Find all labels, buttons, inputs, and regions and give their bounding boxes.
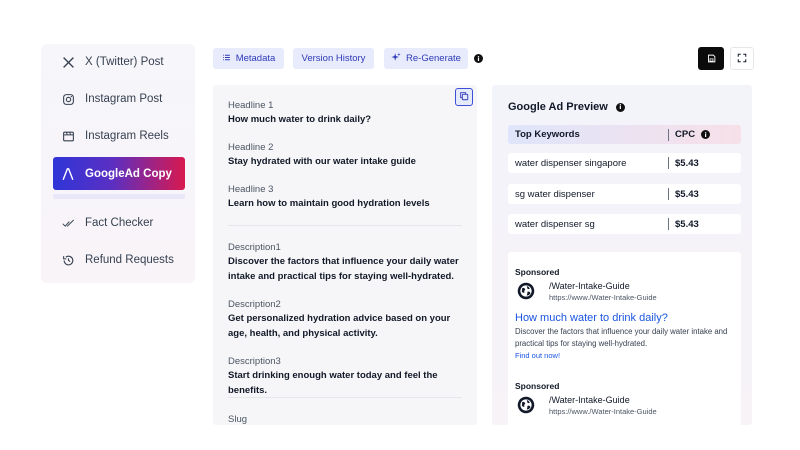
keyword-cpc: $5.43 bbox=[675, 189, 699, 200]
info-icon[interactable]: i bbox=[701, 130, 711, 139]
column-separator bbox=[668, 218, 669, 230]
sponsored-label: Sponsored bbox=[515, 381, 560, 391]
ad-site-name: /Water-Intake-Guide bbox=[549, 281, 630, 291]
description-2-value: Get personalized hydration advice based … bbox=[228, 313, 451, 339]
keyword-cpc: $5.43 bbox=[675, 158, 699, 169]
sidebar-item-x-twitter-post[interactable]: X (Twitter) Post bbox=[53, 46, 185, 78]
section-divider bbox=[228, 397, 462, 398]
keyword-cpc: $5.43 bbox=[675, 219, 699, 230]
sidebar-item-googlead-copy[interactable]: GoogleAd Copy bbox=[53, 157, 185, 190]
column-separator bbox=[668, 129, 669, 141]
metadata-button[interactable]: Metadata bbox=[213, 48, 284, 69]
headline-3-value: Learn how to maintain good hydration lev… bbox=[228, 198, 430, 209]
preview-title: Google Ad Preview i bbox=[508, 101, 625, 113]
description-1-label: Description1 bbox=[228, 242, 281, 253]
sidebar-item-instagram-reels[interactable]: Instagram Reels bbox=[53, 120, 185, 152]
keyword-text: water dispenser sg bbox=[515, 219, 595, 230]
headline-3-label: Headline 3 bbox=[228, 184, 274, 195]
top-keywords-header: Top Keywords bbox=[515, 129, 580, 140]
keyword-text: sg water dispenser bbox=[515, 189, 595, 200]
keyword-row: sg water dispenser $5.43 bbox=[508, 184, 741, 204]
find-out-now-link[interactable]: Find out now! bbox=[515, 351, 560, 360]
keyword-row: water dispenser sg $5.43 bbox=[508, 214, 741, 234]
sidebar-item-label: Refund Requests bbox=[85, 254, 174, 266]
sidebar-item-instagram-post[interactable]: Instagram Post bbox=[53, 83, 185, 115]
keywords-table-header: Top Keywords CPC i bbox=[508, 125, 741, 144]
metadata-label: Metadata bbox=[235, 53, 276, 64]
sidebar-item-label: Instagram Post bbox=[85, 93, 163, 105]
list-icon bbox=[222, 53, 231, 65]
version-history-label: Version History bbox=[301, 53, 366, 64]
cpc-header-label: CPC bbox=[675, 129, 696, 140]
ad-copy-panel: Headline 1 How much water to drink daily… bbox=[213, 85, 477, 425]
headline-2-label: Headline 2 bbox=[228, 142, 274, 153]
save-button[interactable] bbox=[698, 47, 724, 70]
keyword-row: water dispenser singapore $5.43 bbox=[508, 153, 741, 173]
x-logo-icon bbox=[61, 55, 75, 69]
headline-1-label: Headline 1 bbox=[228, 100, 274, 111]
section-divider bbox=[228, 225, 462, 226]
save-icon bbox=[707, 50, 716, 68]
ad-site-name: /Water-Intake-Guide bbox=[549, 395, 630, 405]
column-separator bbox=[668, 157, 669, 169]
sparkle-icon bbox=[391, 52, 401, 65]
globe-icon bbox=[517, 282, 535, 300]
version-history-button[interactable]: Version History bbox=[293, 48, 374, 69]
ad-preview-card: Sponsored /Water-Intake-Guide https://ww… bbox=[508, 371, 741, 425]
keyword-text: water dispenser singapore bbox=[515, 158, 627, 169]
ad-url: https://www./Water-Intake-Guide bbox=[549, 293, 657, 302]
check-icon bbox=[61, 216, 75, 230]
column-separator bbox=[668, 188, 669, 200]
active-item-indicator bbox=[53, 194, 185, 199]
expand-icon bbox=[737, 50, 747, 68]
slug-label: Slug bbox=[228, 414, 248, 425]
instagram-icon bbox=[61, 92, 75, 106]
description-2-label: Description2 bbox=[228, 299, 281, 310]
description-1-value: Discover the factors that influence your… bbox=[228, 256, 459, 282]
description-3-value: Start drinking enough water today and fe… bbox=[228, 370, 438, 396]
description-3-label: Description3 bbox=[228, 356, 281, 367]
headline-2-value: Stay hydrated with our water intake guid… bbox=[228, 156, 416, 167]
copy-button[interactable] bbox=[455, 88, 473, 106]
sidebar-item-refund-requests[interactable]: Refund Requests bbox=[53, 244, 185, 276]
ad-headline-link[interactable]: How much water to drink daily? bbox=[515, 312, 668, 324]
fullscreen-button[interactable] bbox=[730, 47, 754, 70]
globe-icon bbox=[517, 396, 535, 414]
regenerate-button[interactable]: Re-Generate bbox=[384, 48, 468, 69]
sidebar-item-label: Fact Checker bbox=[85, 217, 154, 229]
copy-icon bbox=[459, 88, 469, 106]
google-ad-preview-panel: Google Ad Preview i Top Keywords CPC i w… bbox=[492, 85, 752, 425]
sidebar-item-label: GoogleAd Copy bbox=[85, 167, 172, 180]
sidebar: X (Twitter) Post Instagram Post Instagra… bbox=[41, 44, 195, 283]
reels-icon bbox=[61, 129, 75, 143]
headline-1-value: How much water to drink daily? bbox=[228, 114, 372, 125]
preview-title-text: Google Ad Preview bbox=[508, 101, 608, 113]
regenerate-label: Re-Generate bbox=[406, 53, 461, 64]
ad-url: https://www./Water-Intake-Guide bbox=[549, 407, 657, 416]
sponsored-label: Sponsored bbox=[515, 267, 560, 277]
info-icon[interactable]: i bbox=[474, 54, 483, 63]
sidebar-item-fact-checker[interactable]: Fact Checker bbox=[53, 207, 185, 239]
ad-description: Discover the factors that influence your… bbox=[515, 327, 728, 348]
refund-icon bbox=[61, 253, 75, 267]
sidebar-item-label: X (Twitter) Post bbox=[85, 56, 164, 68]
sidebar-item-label: Instagram Reels bbox=[85, 130, 169, 142]
info-icon[interactable]: i bbox=[615, 102, 625, 112]
google-ads-icon bbox=[61, 167, 75, 181]
cpc-header: CPC i bbox=[675, 129, 711, 140]
